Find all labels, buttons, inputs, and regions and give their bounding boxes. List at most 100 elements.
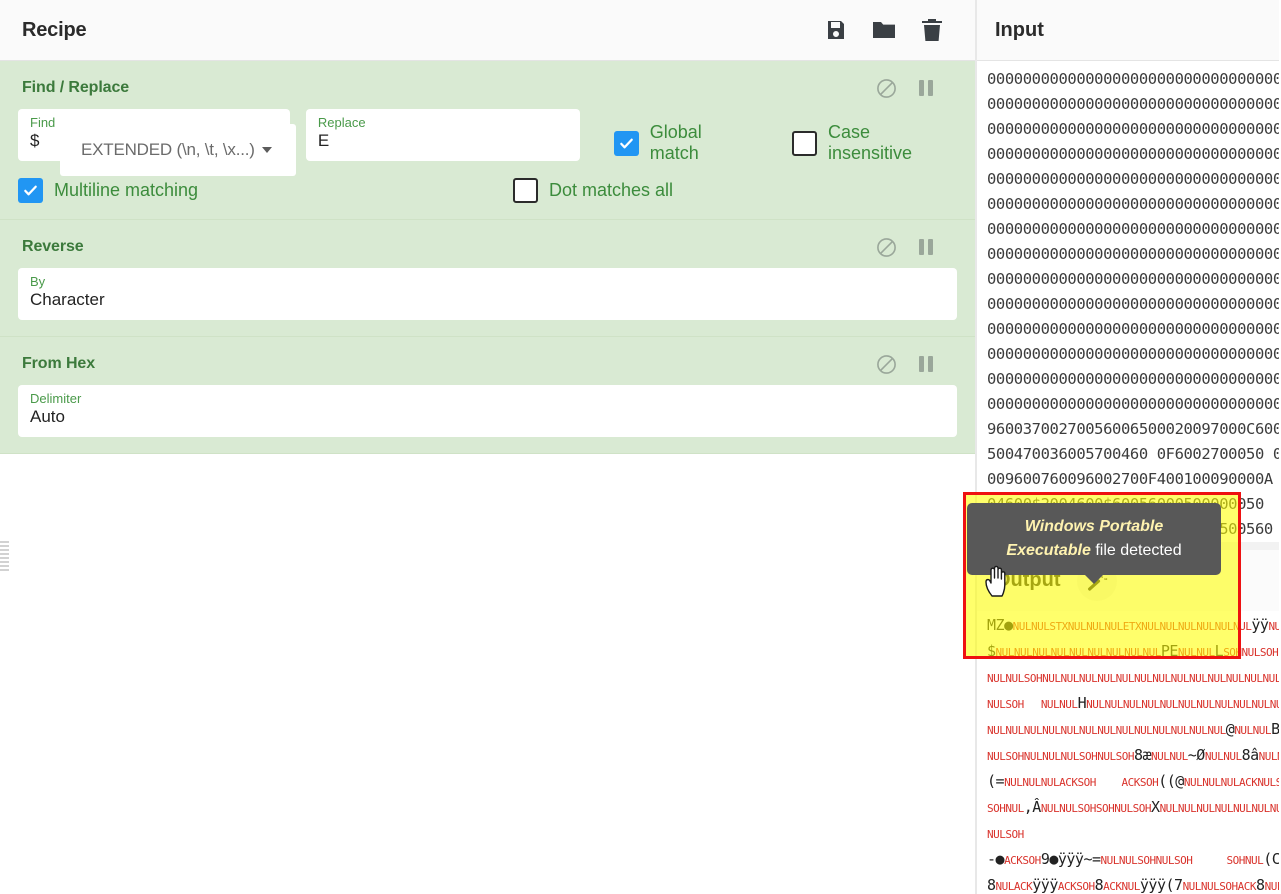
input-line: 500470036005700460 0F6002700050 0	[987, 445, 1279, 463]
global-match-checkbox[interactable]: Global match	[613, 122, 754, 164]
output-text: MZ	[987, 616, 1005, 635]
control-char-glyph: NULNULNULNULNULNULNULNULNUL	[995, 646, 1162, 660]
control-char-glyph: ACKSOH	[1004, 854, 1041, 868]
output-text: $	[987, 642, 996, 661]
from-hex-args: Delimiter Auto	[0, 385, 975, 437]
disable-operation-icon[interactable]	[875, 353, 897, 375]
breakpoint-pause-icon[interactable]	[915, 77, 937, 99]
global-match-label: Global match	[649, 122, 702, 163]
control-char-glyph: NULNUL	[1177, 646, 1215, 660]
floppy-disk-icon[interactable]	[823, 17, 849, 43]
checkbox-box-unchecked	[792, 130, 818, 156]
input-line: 009600760096002700F400100090000A	[987, 470, 1273, 488]
input-line: 00000000000000000000000000000000000	[987, 70, 1279, 88]
control-char-glyph: ACKSOH	[1121, 776, 1159, 790]
output-text: PE	[1160, 642, 1179, 661]
output-text: 8	[1256, 876, 1265, 894]
chevron-down-icon	[261, 147, 272, 153]
operation-reverse[interactable]: Reverse By Character	[0, 220, 975, 337]
delimiter-value: Auto	[30, 407, 65, 427]
control-char-glyph: NULNUL	[1204, 750, 1242, 764]
output-text: ~Ø	[1187, 746, 1206, 765]
input-line: 00000000000000000000000000000000000	[987, 220, 1279, 238]
output-line: SOHNUL,ÂNULNULSOHSOHNULSOHXNULNULNULNULN…	[987, 795, 1279, 821]
recipe-pane: Recipe Find / Replace Find $ Replace E G…	[0, 0, 977, 894]
breakpoint-pause-icon[interactable]	[915, 236, 937, 258]
operation-title: Find / Replace	[22, 79, 130, 96]
output-text: ÿÿÿ	[1032, 876, 1058, 894]
output-text: ÿÿÿ(7	[1139, 876, 1183, 894]
recipe-io-splitter[interactable]	[0, 545, 977, 553]
output-line: 8NULACKÿÿÿACKSOH8ACKNULÿÿÿ(7NULNULSOHACK…	[987, 873, 1279, 894]
breakpoint-pause-icon[interactable]	[915, 353, 937, 375]
output-line: $NULNULNULNULNULNULNULNULNULPENULNULLSOH…	[987, 639, 1279, 665]
operation-title: Reverse	[22, 238, 84, 255]
output-text: 8æ	[1133, 746, 1152, 765]
operation-controls	[875, 353, 953, 375]
multiline-matching-label: Multiline matching	[54, 180, 199, 200]
control-char-glyph: NULNULNULNULNULNULNULNULNULNULNULNUL	[1086, 698, 1279, 712]
input-line: 00000000000000000000000000000000000	[987, 245, 1279, 263]
control-char-glyph: NULNULNULNULNULNULNULNUL	[1159, 802, 1279, 816]
output-text: 8	[987, 876, 996, 894]
control-char-glyph: NULNULSOHACK	[1182, 880, 1257, 894]
operation-header: Reverse	[0, 220, 975, 268]
dot-matches-all-label: Dot matches all	[549, 180, 674, 200]
control-char-glyph: NULNUL	[1234, 724, 1272, 738]
case-insensitive-label: Case insensitive	[828, 122, 913, 163]
input-line: 96003700270056006500020097000C600	[987, 420, 1279, 438]
folder-icon[interactable]	[871, 17, 897, 43]
disable-operation-icon[interactable]	[875, 77, 897, 99]
input-line: 00000000000000000000000000000000000	[987, 345, 1279, 363]
output-textarea[interactable]: MZ ● NULNULSTXNULNULNULETXNULNULNULNULNULN…	[977, 611, 1279, 894]
output-text: H	[1077, 694, 1087, 713]
find-type-value: EXTENDED (\n, \t, \x...)	[81, 140, 255, 159]
io-pane: Input 0000000000000000000000000000000000…	[977, 0, 1279, 894]
checkbox-box-unchecked	[513, 178, 538, 203]
output-text: ÿÿ	[1251, 616, 1269, 635]
control-char-glyph: NULNUL	[1040, 698, 1078, 712]
input-line: 00000000000000000000000000000000000	[987, 120, 1279, 138]
operation-controls	[875, 236, 953, 258]
control-char-glyph: SOHNUL	[1226, 854, 1264, 868]
control-char-glyph: NULNUL	[1258, 750, 1279, 764]
trash-icon[interactable]	[919, 17, 945, 43]
output-text: ÿÿÿ~=	[1057, 850, 1101, 869]
input-title: Input	[995, 18, 1044, 41]
control-char-glyph: NULNUL	[1268, 620, 1279, 634]
operation-from-hex[interactable]: From Hex Delimiter Auto	[0, 337, 975, 454]
input-line: 00000000000000000000000000000000000	[987, 270, 1279, 288]
recipe-operation-list: Find / Replace Find $ Replace E Global m…	[0, 61, 975, 894]
input-line: 00000000000000000000000000000000000	[987, 370, 1279, 388]
control-char-glyph: NULNULSOHNULNULNULNULNULNULNULNULNULNULN…	[987, 672, 1279, 686]
splitter-grip[interactable]	[0, 541, 9, 571]
output-text: ●	[995, 850, 1005, 869]
operation-header: Find / Replace	[0, 61, 975, 109]
control-char-glyph: ACKSOH	[1057, 880, 1095, 894]
output-line: MZ●NULNULSTXNULNULNULETXNULNULNULNULNULN…	[987, 613, 1279, 639]
find-type-dropdown[interactable]: EXTENDED (\n, \t, \x...)	[60, 124, 296, 176]
input-textarea[interactable]: 00000000000000000000000000000000000 00000…	[977, 61, 1279, 543]
delimiter-field[interactable]: Delimiter Auto	[18, 385, 957, 437]
input-line: 00000000000000000000000000000000000	[987, 95, 1279, 113]
output-line: -●ACKSOH9●ÿÿÿ~=NULNULSOHNULSOH SOHNUL(CN…	[987, 847, 1279, 873]
output-text: (=	[987, 772, 1005, 791]
replace-field[interactable]: Replace E	[305, 109, 580, 161]
case-insensitive-checkbox[interactable]: Case insensitive	[792, 122, 957, 164]
tooltip-suffix: file detected	[1090, 542, 1182, 559]
output-text: 8	[1094, 876, 1104, 894]
output-text: 8â	[1241, 746, 1260, 765]
input-title-bar: Input	[977, 0, 1279, 61]
input-line: 00000000000000000000000000000000000	[987, 145, 1279, 163]
reverse-by-field[interactable]: By Character	[18, 268, 957, 320]
file-detected-tooltip: Windows Portable Executable file detecte…	[967, 503, 1221, 584]
recipe-title-bar: Recipe	[0, 0, 975, 61]
control-char-glyph: NULNULSTXNULNULNULETXNULNULNULNULNULNUL	[1012, 620, 1252, 634]
disable-operation-icon[interactable]	[875, 236, 897, 258]
dot-matches-all-checkbox[interactable]: Dot matches all	[513, 178, 673, 203]
multiline-matching-checkbox[interactable]: Multiline matching	[18, 178, 513, 203]
control-char-glyph: ACKNUL	[1103, 880, 1140, 894]
output-text: X	[1151, 798, 1160, 817]
